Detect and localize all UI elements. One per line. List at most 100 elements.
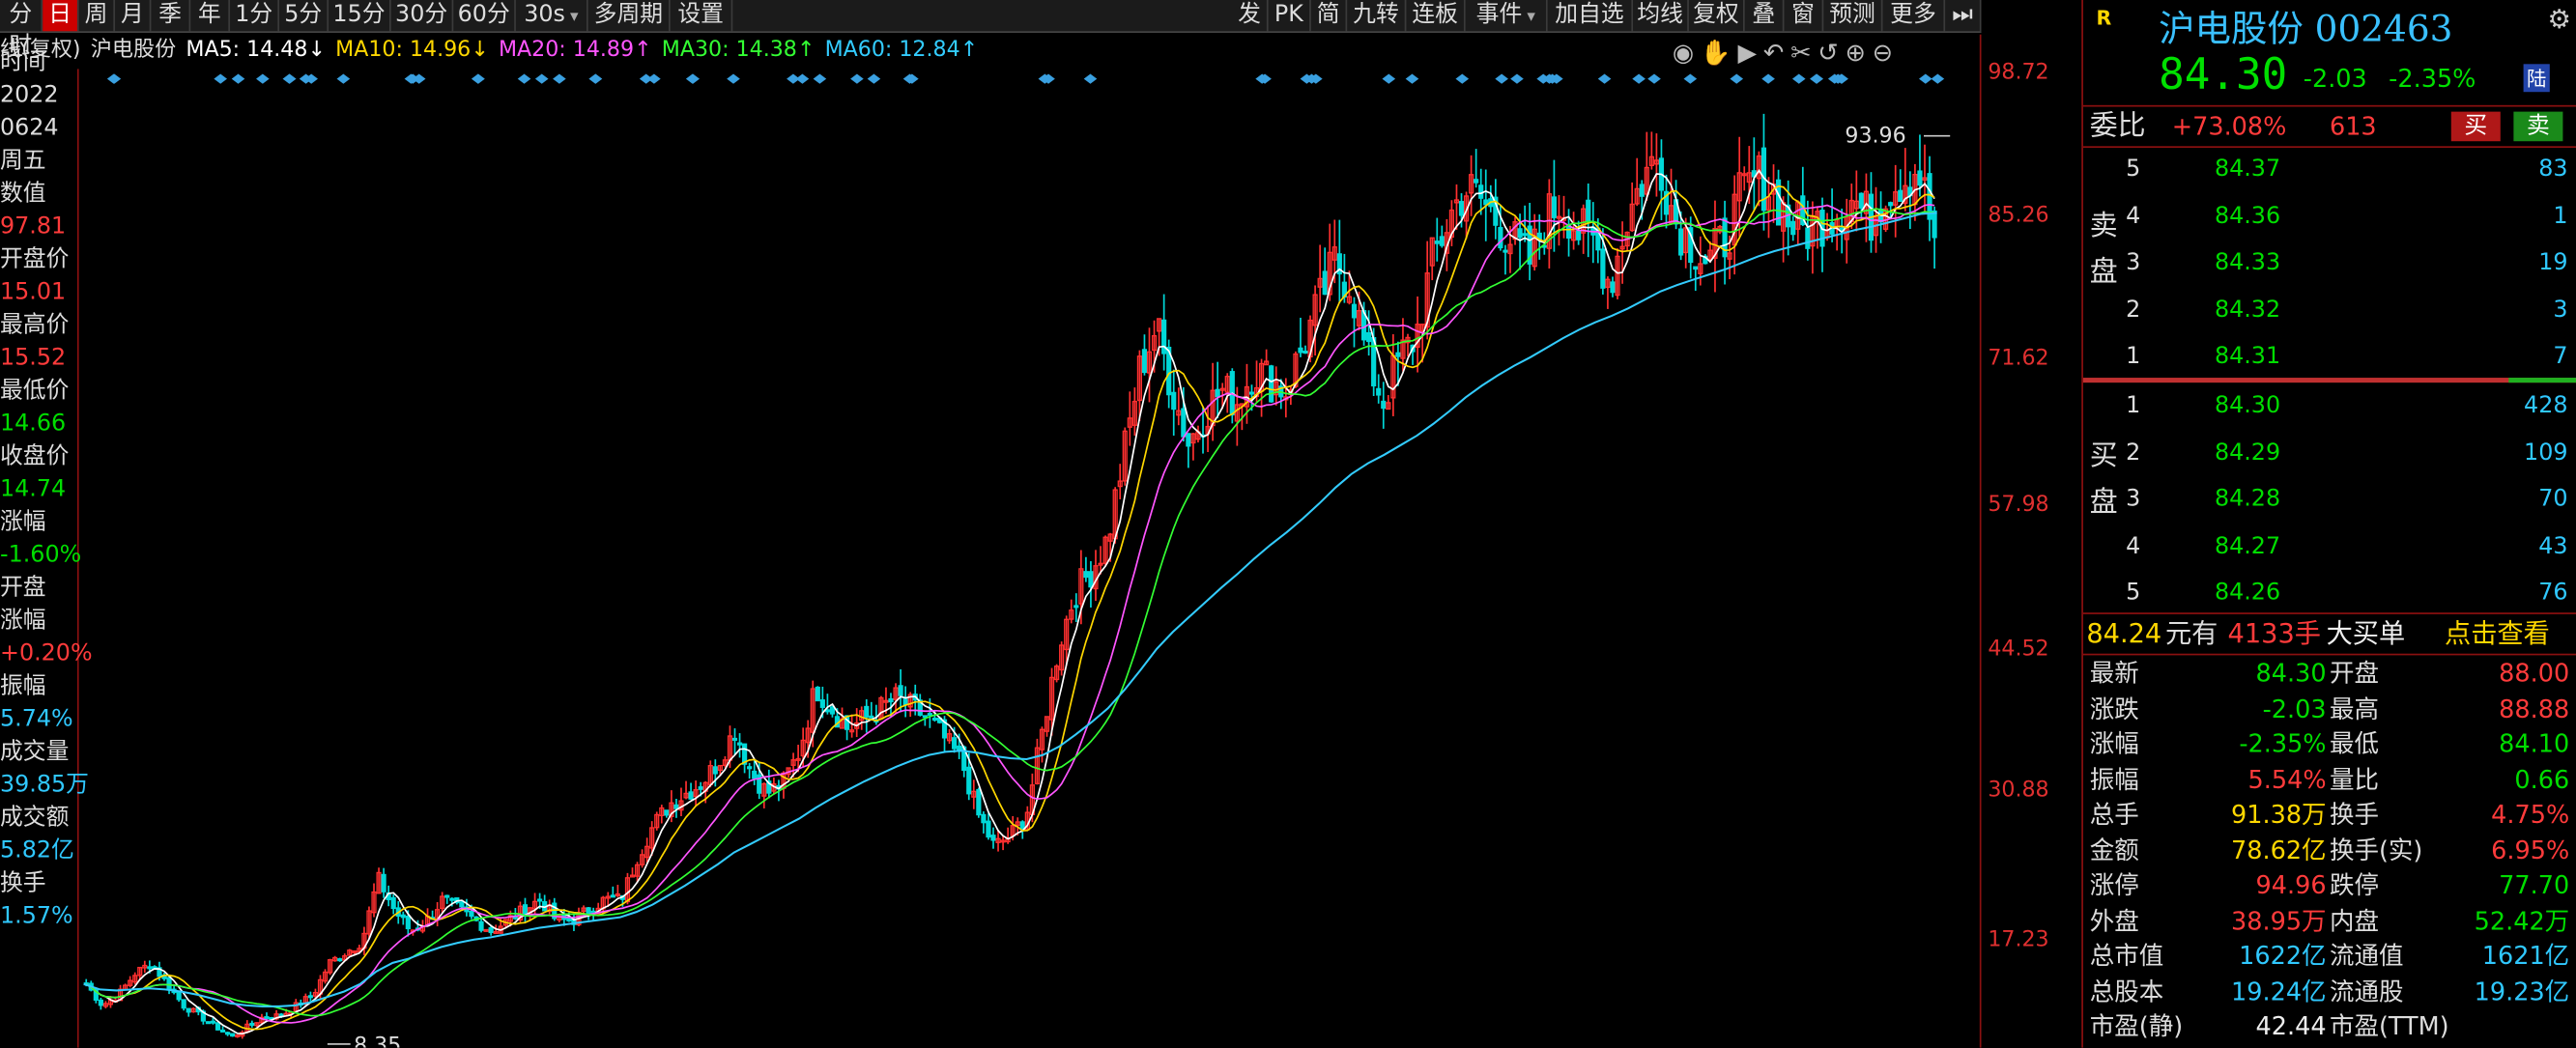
ma-lines — [83, 168, 1937, 1035]
event-marker — [472, 73, 485, 84]
legend-ma-2: MA20: 14.89↑ — [498, 38, 652, 63]
toolbar-right-1[interactable]: PK — [1269, 0, 1311, 32]
stat-label-2: 流通值 — [2329, 941, 2404, 971]
toolbar-right-9[interactable]: 叠 — [1745, 0, 1785, 32]
bids-row-3[interactable]: 4 84.27 43 — [2083, 528, 2576, 566]
stock-terminal: 分时日周月季年1分5分15分30分60分30s多周期设置 发PK简九转连板事件加自… — [0, 0, 2576, 1048]
zoom-out-icon[interactable]: ⊖ — [1873, 38, 1900, 68]
candle-body — [1858, 192, 1864, 209]
candle-body — [731, 737, 738, 741]
asks-row-1[interactable]: 4 84.36 1 — [2083, 198, 2576, 236]
toolbar-right-4[interactable]: 连板 — [1406, 0, 1466, 32]
big-order-view-link[interactable]: 点击查看 — [2445, 614, 2550, 654]
order-ratio-bar: 委比 +73.08% 613 买 卖 — [2082, 104, 2576, 149]
toolbar-5[interactable]: 年 — [190, 0, 231, 32]
toolbar-right-8[interactable]: 复权 — [1689, 0, 1745, 32]
toolbar-right-11[interactable]: 预测 — [1823, 0, 1883, 32]
candle-body — [824, 709, 830, 713]
buy-button[interactable]: 买 — [2450, 111, 2501, 142]
toolbar-right-7[interactable]: 均线 — [1633, 0, 1689, 32]
candle-body — [747, 766, 753, 770]
bids-row-0[interactable]: 1 84.30 428 — [2083, 387, 2576, 425]
stat-label-2: 换手(实) — [2329, 835, 2423, 865]
order-ratio-diff: 613 — [2329, 111, 2377, 142]
toolbar-right-3[interactable]: 九转 — [1347, 0, 1407, 32]
toolbar-10[interactable]: 60分 — [453, 0, 516, 32]
toolbar-4[interactable]: 季 — [151, 0, 191, 32]
stat-label-2: 流通股 — [2329, 976, 2404, 1006]
toolbar-right-10[interactable]: 窗 — [1784, 0, 1824, 32]
event-marker — [256, 73, 270, 84]
toolbar-13[interactable]: 设置 — [671, 0, 733, 32]
candle-body — [1478, 184, 1484, 199]
toolbar-right-2[interactable]: 简 — [1311, 0, 1348, 32]
toolbar-12[interactable]: 多周期 — [588, 0, 671, 32]
bids-row-2[interactable]: 3 84.28 70 — [2083, 481, 2576, 519]
price-change-pct: -2.35% — [2389, 64, 2476, 94]
bids-row-1[interactable]: 2 84.29 109 — [2083, 435, 2576, 472]
asks-row-0[interactable]: 5 84.37 83 — [2083, 151, 2576, 188]
hand-icon[interactable]: ✋ — [1701, 38, 1738, 68]
stat-value-2: 52.42万 — [2474, 905, 2570, 936]
toolbar-right-0[interactable]: 发 — [1232, 0, 1269, 32]
asks-vol: 3 — [2553, 296, 2568, 324]
toolbar-right-5[interactable]: 事件 — [1466, 0, 1548, 32]
toolbar-11[interactable]: 30s — [516, 0, 588, 32]
reset-icon[interactable]: ↺ — [1818, 38, 1845, 68]
toolbar-6[interactable]: 1分 — [230, 0, 280, 32]
candle-body — [981, 813, 987, 824]
toolbar-8[interactable]: 15分 — [329, 0, 391, 32]
candles — [83, 113, 1937, 1039]
candle-body — [1248, 391, 1255, 395]
scissors-icon[interactable]: ✂ — [1790, 38, 1818, 68]
candle-body — [337, 958, 343, 962]
toolbar-right-12[interactable]: 更多 — [1882, 0, 1946, 32]
candle-body — [390, 896, 396, 910]
bids-level: 1 — [2126, 392, 2141, 419]
r-badge: R — [2096, 6, 2112, 30]
stat-label-2: 最高 — [2329, 694, 2380, 723]
asks-vol: 83 — [2538, 156, 2568, 183]
gear-icon[interactable]: ⚙ — [2548, 3, 2571, 34]
candle-body — [752, 770, 758, 779]
asks-row-4[interactable]: 1 84.31 7 — [2083, 338, 2576, 376]
stat-row-6: 涨停 94.96 跌停 77.70 — [2083, 868, 2576, 903]
candle-body — [1366, 331, 1372, 343]
kline-chart[interactable]: 93.96 8.35 — [77, 69, 1980, 1048]
asks-price: 84.32 — [2214, 296, 2281, 324]
toolbar-3[interactable]: 月 — [115, 0, 152, 32]
undo-icon[interactable]: ↶ — [1763, 38, 1790, 68]
crosshair-info-panel: 时间 2022 0624 周五 数值 97.81 开盘价 15.01 最高价 15.52 最低价 14… — [0, 49, 93, 1048]
toolbar-right-6[interactable]: 加自选 — [1548, 0, 1634, 32]
sell-button[interactable]: 卖 — [2513, 111, 2563, 142]
play-icon[interactable]: ▶ — [1738, 38, 1763, 68]
toolbar-7[interactable]: 5分 — [279, 0, 329, 32]
toolbar-1[interactable]: 日 — [43, 0, 79, 32]
asks-row-3[interactable]: 2 84.32 3 — [2083, 292, 2576, 329]
toolbar-9[interactable]: 30分 — [391, 0, 454, 32]
candle-body — [1376, 387, 1382, 396]
ma60-line — [83, 212, 1937, 1007]
candle-body — [864, 705, 870, 718]
candle-body — [1215, 388, 1220, 398]
candle-body — [469, 910, 474, 918]
pin-icon[interactable]: ⏭ — [1945, 0, 1982, 32]
event-marker — [214, 73, 227, 84]
bids-row-4[interactable]: 5 84.26 76 — [2083, 575, 2576, 612]
price-change: -2.03 — [2303, 64, 2367, 94]
bids-price: 84.28 — [2214, 486, 2281, 513]
asks-row-2[interactable]: 3 84.33 19 — [2083, 244, 2576, 282]
eye-icon[interactable]: ◉ — [1673, 38, 1701, 68]
zoom-in-icon[interactable]: ⊕ — [1845, 38, 1872, 68]
candle-body — [1517, 228, 1523, 239]
event-marker — [1382, 73, 1396, 84]
bids-price: 84.27 — [2214, 532, 2281, 559]
stat-row-9: 总股本 19.24亿 流通股 19.23亿 — [2083, 975, 2576, 1009]
big-order-bar[interactable]: 84.24 元有 4133手 大买单 点击查看 — [2082, 612, 2576, 656]
asks-level: 3 — [2126, 249, 2141, 276]
toolbar-2[interactable]: 周 — [79, 0, 116, 32]
toolbar-0[interactable]: 分时 — [0, 0, 43, 59]
legend-ma-3: MA30: 14.38↑ — [661, 38, 816, 63]
candle-body — [249, 1022, 255, 1026]
candle-body — [1439, 236, 1445, 246]
